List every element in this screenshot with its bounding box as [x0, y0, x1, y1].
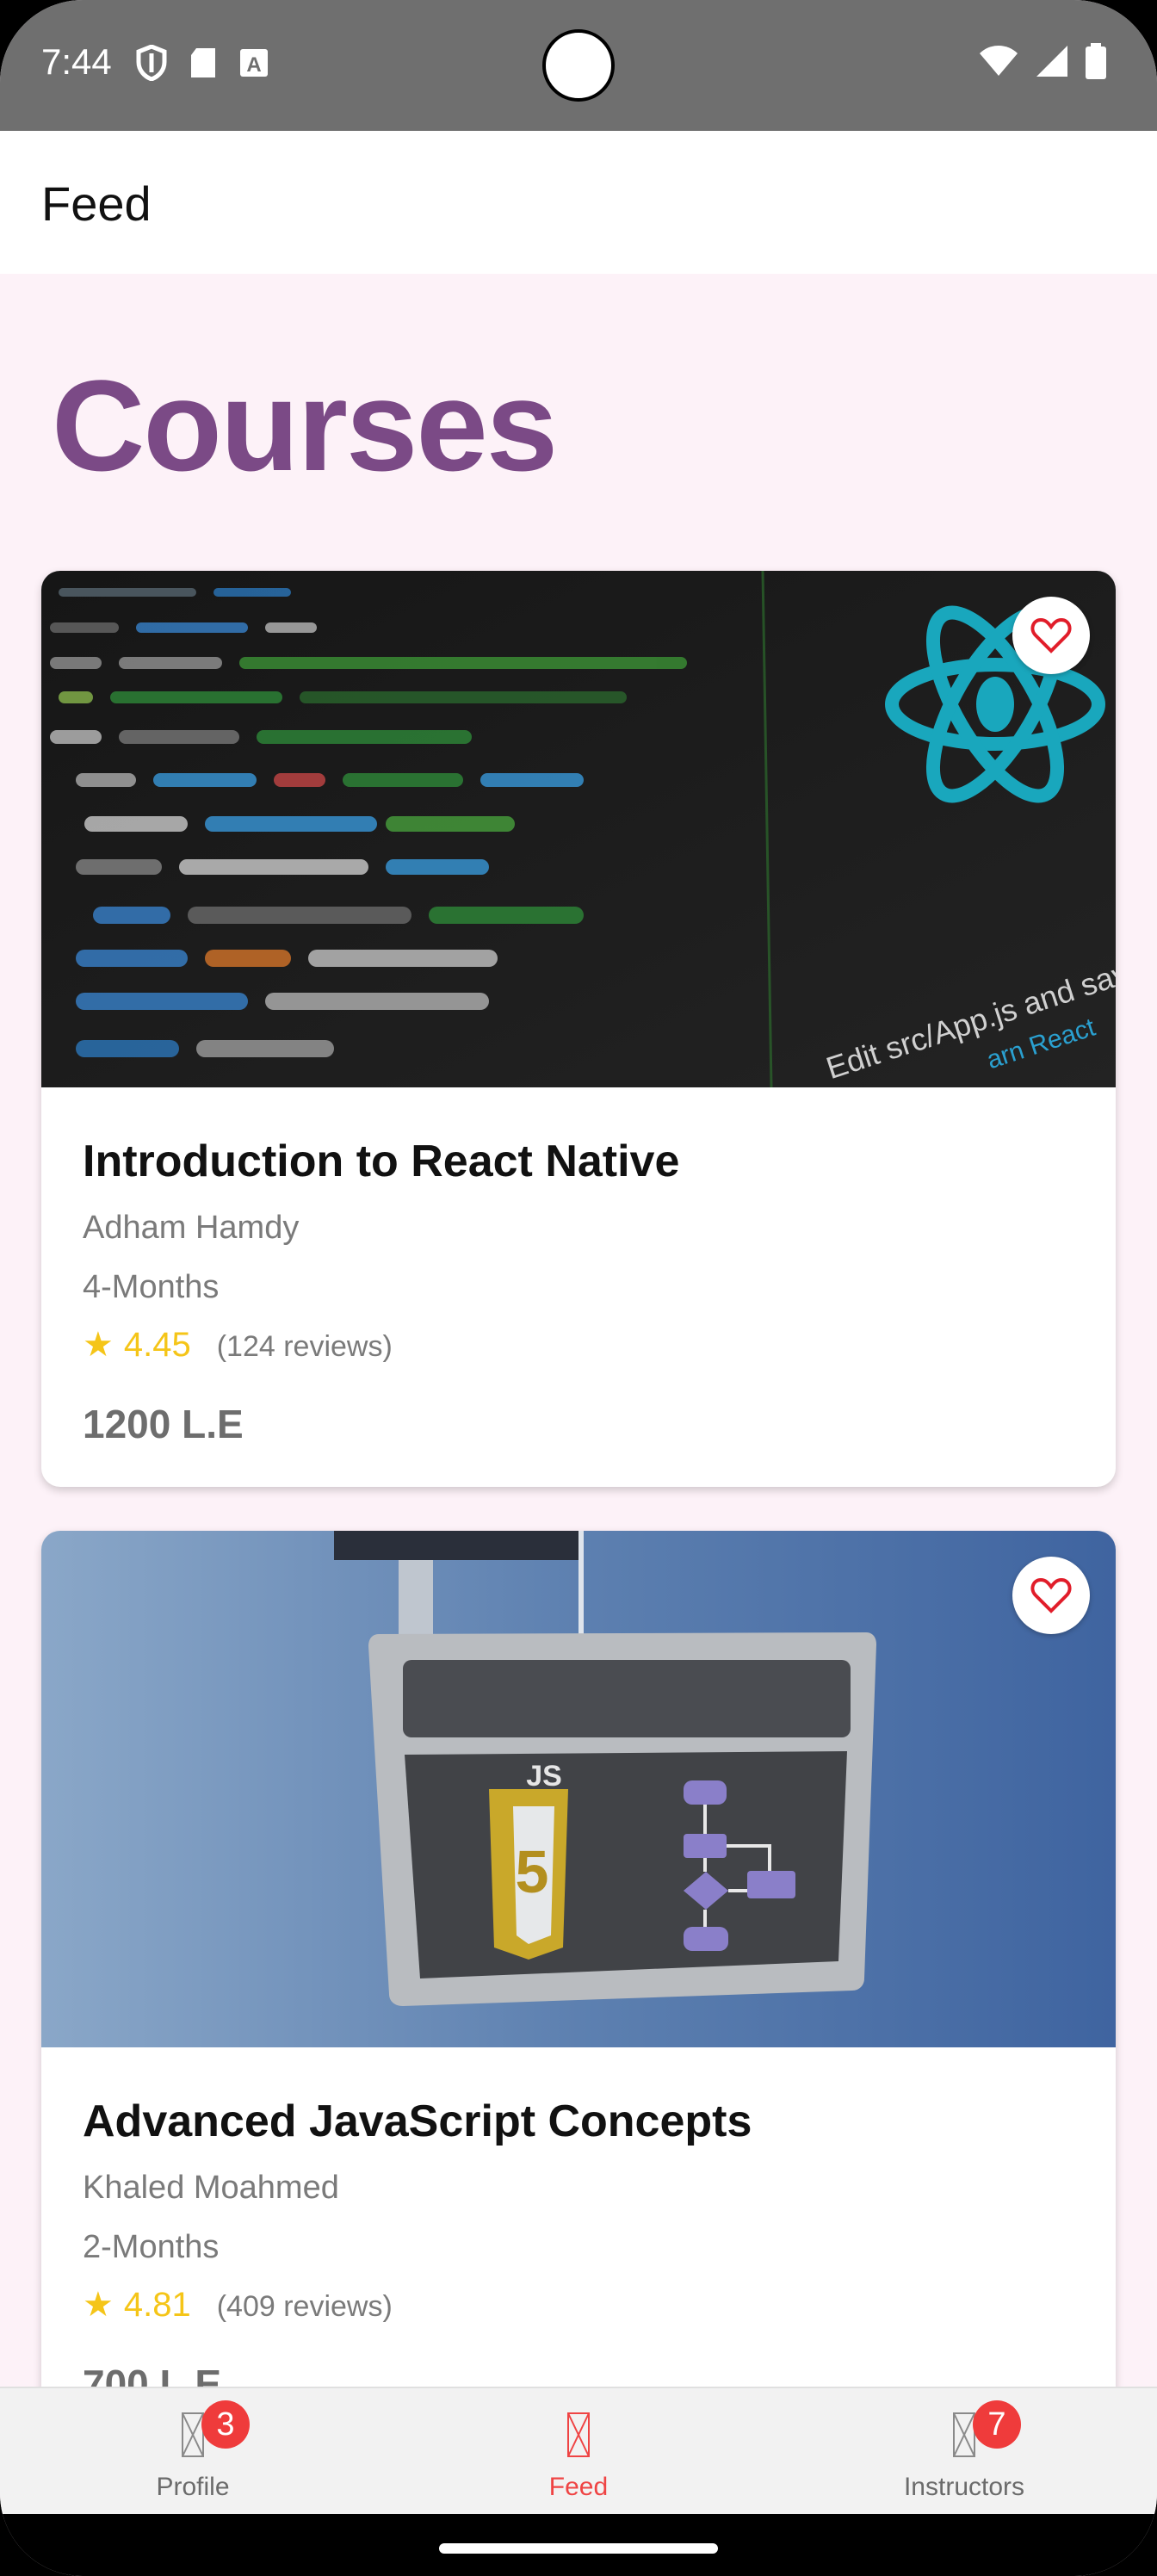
notification-badge: 3 — [201, 2400, 250, 2449]
rating-row: ★ 4.81 (409 reviews) — [83, 2285, 1074, 2325]
status-bar: 7:44 A — [0, 0, 1157, 131]
star-icon: ★ — [83, 2286, 114, 2324]
wifi-icon — [980, 46, 1018, 76]
heart-icon — [1030, 617, 1072, 653]
course-card-body: Advanced JavaScript Concepts Khaled Moah… — [41, 2047, 1116, 2387]
shield-icon — [136, 45, 167, 81]
signal-icon — [1036, 46, 1067, 77]
favorite-button[interactable] — [1012, 1557, 1090, 1634]
code-screen-image: Edit src/App.js and save to arn React — [41, 571, 1116, 1087]
svg-text:5: 5 — [516, 1838, 549, 1905]
tab-label: Feed — [548, 2473, 609, 2501]
course-image-javascript: 5 JS — [41, 1531, 1116, 2047]
favorite-button[interactable] — [1012, 597, 1090, 674]
app-header: Feed — [0, 131, 1157, 274]
review-count: (124 reviews) — [216, 1330, 393, 1363]
svg-text:A: A — [246, 53, 261, 77]
course-title: Introduction to React Native — [83, 1136, 680, 1186]
course-card-body: Introduction to React Native Adham Hamdy… — [41, 1087, 1116, 1447]
course-duration: 4-Months — [83, 1269, 220, 1305]
tab-label: Profile — [156, 2473, 230, 2501]
course-price: 700 L.E — [83, 2362, 222, 2387]
sd-card-icon — [191, 48, 215, 77]
header-title: Feed — [41, 176, 152, 231]
phone-screen: 7:44 A Feed Courses Edit src/App.js and … — [0, 0, 1157, 2576]
tab-instructors[interactable]: 7 Instructors — [835, 2388, 1093, 2516]
course-image-react: Edit src/App.js and save to arn React — [41, 571, 1116, 1087]
course-price: 1200 L.E — [83, 1402, 244, 1446]
star-icon: ★ — [83, 1326, 114, 1364]
gesture-bar-area — [0, 2514, 1157, 2576]
home-gesture-handle[interactable] — [439, 2543, 718, 2554]
course-card[interactable]: 5 JS Advanced JavaScript Concepts Khaled… — [41, 1531, 1116, 2387]
page-title: Courses — [52, 353, 558, 498]
tab-feed[interactable]: Feed — [449, 2388, 708, 2516]
status-icons-right — [978, 43, 1107, 79]
course-duration: 2-Months — [83, 2229, 220, 2265]
rating-row: ★ 4.45 (124 reviews) — [83, 1325, 1074, 1365]
text-a-icon: A — [240, 49, 268, 77]
missing-image-icon — [953, 2412, 975, 2457]
heart-icon — [1030, 1577, 1072, 1613]
rating-value: 4.81 — [123, 2286, 191, 2324]
feed-content[interactable]: Courses Edit src/App.js and save arn Rea… — [0, 274, 1157, 2387]
course-title: Advanced JavaScript Concepts — [83, 2096, 752, 2146]
js-logo-text: JS — [526, 1760, 562, 1793]
missing-image-icon — [567, 2412, 590, 2457]
front-camera — [542, 29, 615, 102]
course-card[interactable]: Edit src/App.js and save to arn React In… — [41, 571, 1116, 1487]
course-instructor: Adham Hamdy — [83, 1210, 300, 1246]
tab-profile[interactable]: 3 Profile — [64, 2388, 322, 2516]
status-icons-left: A — [136, 45, 269, 81]
js-board-image: 5 JS — [41, 1531, 1116, 2047]
tab-label: Instructors — [903, 2473, 1025, 2501]
battery-icon — [1086, 43, 1106, 79]
status-time: 7:44 — [41, 41, 112, 82]
review-count: (409 reviews) — [216, 2290, 393, 2323]
missing-image-icon — [182, 2412, 204, 2457]
notification-badge: 7 — [973, 2400, 1021, 2449]
course-instructor: Khaled Moahmed — [83, 2170, 339, 2206]
bottom-navigation: 3 Profile Feed 7 Instructors — [0, 2387, 1157, 2514]
rating-value: 4.45 — [123, 1326, 191, 1364]
